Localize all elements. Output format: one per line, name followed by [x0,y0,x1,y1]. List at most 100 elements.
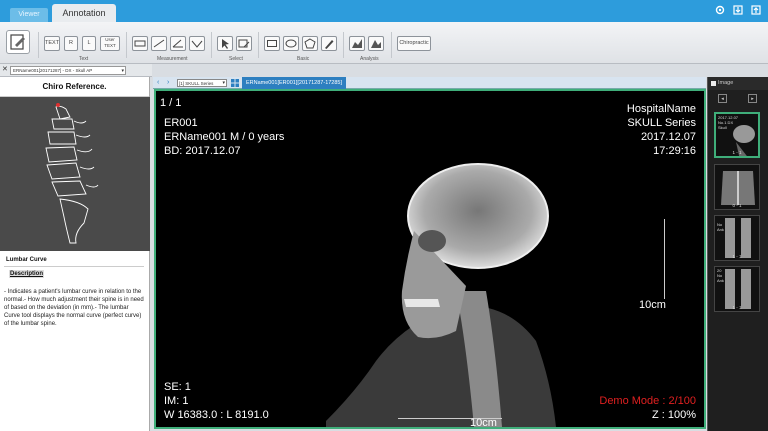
hospital-name: HospitalName [626,103,696,115]
select-edit-icon [238,39,250,48]
window-level: W 16383.0 : L 8191.0 [164,409,269,421]
image-number: IM: 1 [164,395,189,407]
image-viewport[interactable]: 1 / 1 ER001 ERName001 M / 0 years BD: 20… [154,89,706,429]
vertical-scale-label: 10cm [639,299,666,311]
ellipse-button[interactable] [283,36,299,51]
birth-date: BD: 2017.12.07 [164,145,241,157]
left-marker-button[interactable]: L [82,36,96,51]
thumbnail-index: 1 - 1 [732,150,742,155]
toolbar-separator [258,32,259,58]
settings-icon[interactable] [714,4,726,16]
vertical-scale-bar [659,219,665,299]
tab-annotation[interactable]: Annotation [52,4,116,22]
select-group-label: Select [229,56,243,62]
tab-viewer[interactable]: Viewer [10,8,48,22]
text-group-label: Text [79,56,89,62]
histogram-icon [352,39,362,48]
study-select-value: ERName001[20171287] - DX - Skull AP [13,68,93,73]
select-pointer-button[interactable] [217,36,233,51]
study-time: 17:29:16 [653,145,696,157]
angle-icon [172,39,183,48]
thumbnail-item[interactable]: No Ank 1 - 1 [714,215,760,261]
right-marker-button[interactable]: R [64,36,78,51]
close-icon[interactable]: ✕ [2,65,8,73]
study-bar: ✕ ERName001[20171287] - DX - Skull AP ▾ [0,64,152,77]
next-arrow-icon[interactable]: › [167,77,169,89]
toolbar-separator [343,32,344,58]
annotation-toolbar: TEXT R L User TEXT Text Measurement Sele… [0,22,768,64]
user-text-button[interactable]: User TEXT [100,36,120,51]
thumbnail-item[interactable]: 0 - 1 [714,164,760,210]
thumbnail-index: 1 - 1 [732,254,742,259]
thumbnail-next-button[interactable]: ▸ [748,94,757,103]
thumbnail-prev-button[interactable]: ◂ [718,94,727,103]
thumbnail-label: 20 No Ank [717,268,724,283]
horizontal-scale-label: 10cm [470,417,497,429]
study-select[interactable]: ERName001[20171287] - DX - Skull AP ▾ [10,66,126,75]
toolbar-separator [211,32,212,58]
layout-grid-icon[interactable] [231,79,239,87]
polygon-icon [304,38,316,49]
angle-button[interactable] [170,36,186,51]
series-number: SE: 1 [164,381,191,393]
measurement-group-label: Measurement [157,56,188,62]
thumbnail-index: 0 - 1 [732,203,742,208]
download-icon[interactable] [732,4,744,16]
reference-point-marker [56,103,60,107]
rectangle-button[interactable] [264,36,280,51]
patient-name-age: ERName001 M / 0 years [164,131,285,143]
cobb-angle-icon [191,40,203,48]
viewer-title: ERName001[ER001][20171287-17285] [242,77,347,89]
rectangle-icon [267,40,277,47]
profile-button[interactable] [368,36,384,51]
freehand-button[interactable] [321,36,337,51]
toolbar-separator [126,32,127,58]
histogram-button[interactable] [349,36,365,51]
thumbnail-label: No Ank [717,222,724,232]
description-label: Description [9,270,45,278]
thumbnail-panel: Image ◂ ▸ 2017.12.07 No.1 DX Skull 1 - 1… [707,77,768,431]
thumbnail-index: 1 - 1 [732,305,742,310]
series-select-value: [1] SKULL Series [179,81,214,86]
chevron-down-icon: ▾ [222,80,225,86]
pointer-icon [222,39,229,49]
previous-arrow-icon[interactable]: ‹ [157,77,159,89]
thumbnail-header-label: Image [718,80,734,86]
select-edit-button[interactable] [236,36,252,51]
thumbnail-controls: ◂ ▸ [708,92,768,106]
thumbnail-header: Image [708,77,768,90]
analysis-group-label: Analysis [360,56,379,62]
profile-icon [371,40,381,48]
lumbar-curve-diagram [0,97,150,251]
length-button[interactable] [151,36,167,51]
image-checkbox[interactable] [711,81,716,86]
upload-icon[interactable] [750,4,762,16]
toolbar-separator [391,32,392,58]
basic-group-label: Basic [297,56,310,62]
ruler-button[interactable] [132,36,148,51]
chiro-reference-panel: Chiro Reference. Lumbar Curve Descriptio… [0,77,150,431]
thumbnail-item[interactable]: 20 No Ank 1 - 1 [714,266,760,312]
annotation-edit-button[interactable] [6,30,30,54]
chiropractic-button[interactable]: Chiropractic [397,36,431,51]
spine-illustration [45,103,99,244]
demo-mode: Demo Mode : 2/100 [599,395,696,407]
description-text: - Indicates a patient's lumbar curve in … [4,289,144,327]
ruler-icon [134,40,146,47]
title-bar: Viewer Annotation [0,0,768,22]
edit-icon [10,34,25,50]
text-button[interactable]: TEXT [44,36,60,51]
cobb-angle-button[interactable] [189,36,205,51]
divider [4,266,144,267]
viewer-header: ‹ › [1] SKULL Series ▾ ERName001[ER001][… [153,77,706,89]
series-name: SKULL Series [627,117,696,129]
study-date: 2017.12.07 [640,131,696,143]
app-window: Viewer Annotation TEXT R L User TEXT Tex… [0,0,768,431]
panel-title: Chiro Reference. [0,77,149,97]
frame-indicator: 1 / 1 [160,97,182,109]
thumbnail-item[interactable]: 2017.12.07 No.1 DX Skull 1 - 1 [714,112,760,158]
thumbnail-label: 2017.12.07 No.1 DX Skull [718,115,739,130]
polygon-button[interactable] [302,36,318,51]
series-select[interactable]: [1] SKULL Series ▾ [177,79,227,87]
length-icon [153,39,165,48]
